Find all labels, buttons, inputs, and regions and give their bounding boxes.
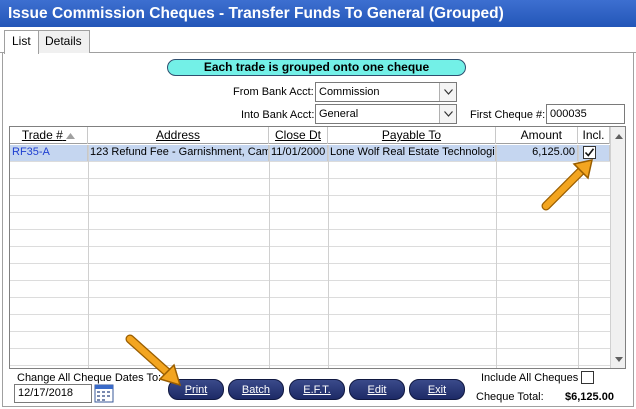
eft-button[interactable]: E.F.T. (289, 379, 345, 400)
from-bank-label: From Bank Acct: (233, 86, 314, 98)
column-divider (496, 145, 497, 368)
change-dates-label: Change All Cheque Dates To: (17, 372, 162, 384)
column-divider (328, 145, 329, 368)
calendar-icon[interactable] (94, 383, 114, 403)
incl-cell (578, 145, 610, 161)
cheque-grid: Trade # Address Close Dt Payable To Amou… (9, 126, 626, 369)
chevron-down-icon[interactable] (439, 105, 456, 123)
into-bank-value: General (319, 108, 359, 120)
vertical-scrollbar[interactable] (610, 127, 625, 368)
exit-button[interactable]: Exit (409, 379, 465, 400)
table-row[interactable]: RF35-A 123 Refund Fee - Garnishment, Cam… (10, 145, 610, 162)
chevron-down-icon[interactable] (439, 83, 456, 101)
close-dt-cell: 11/01/2000 (269, 145, 328, 161)
column-divider (88, 145, 89, 368)
include-checkbox[interactable] (583, 146, 596, 159)
scroll-down-icon[interactable] (611, 352, 625, 366)
column-divider (578, 145, 579, 368)
scroll-up-icon[interactable] (611, 129, 625, 143)
cheque-total-label: Cheque Total: (476, 391, 544, 403)
table-row (10, 298, 610, 315)
from-bank-value: Commission (319, 86, 380, 98)
tab-list[interactable]: List (4, 30, 39, 54)
table-row (10, 281, 610, 298)
grouping-banner: Each trade is grouped onto one cheque (167, 59, 466, 76)
trade-cell[interactable]: RF35-A (10, 145, 88, 161)
window-title: Issue Commission Cheques - Transfer Fund… (0, 0, 636, 27)
include-all-checkbox[interactable] (581, 371, 594, 384)
first-cheque-input[interactable]: 000035 (546, 104, 625, 124)
batch-button[interactable]: Batch (228, 379, 284, 400)
table-row (10, 162, 610, 179)
payable-to-cell: Lone Wolf Real Estate Technologie (328, 145, 496, 161)
grid-rows: RF35-A 123 Refund Fee - Garnishment, Cam… (10, 145, 610, 368)
cheque-total-value: $6,125.00 (565, 391, 614, 403)
sort-up-icon (66, 133, 76, 139)
print-button[interactable]: Print (168, 379, 224, 400)
into-bank-label: Into Bank Acct: (241, 109, 315, 121)
cheque-date-input[interactable]: 12/17/2018 (14, 384, 92, 403)
table-row (10, 213, 610, 230)
header-payable-to[interactable]: Payable To (328, 127, 496, 144)
address-cell: 123 Refund Fee - Garnishment, Camt (88, 145, 269, 161)
header-incl: Incl. (578, 127, 610, 144)
header-address[interactable]: Address (88, 127, 269, 144)
header-close-dt[interactable]: Close Dt (269, 127, 328, 144)
table-row (10, 179, 610, 196)
table-row (10, 349, 610, 366)
checkmark-icon (584, 148, 595, 157)
table-row (10, 196, 610, 213)
tab-strip: List Details (0, 27, 636, 54)
table-row (10, 315, 610, 332)
header-amount: Amount (496, 127, 578, 144)
table-row (10, 230, 610, 247)
grid-header: Trade # Address Close Dt Payable To Amou… (10, 127, 610, 144)
first-cheque-label: First Cheque #: (470, 109, 546, 121)
table-row (10, 264, 610, 281)
into-bank-select[interactable]: General (315, 104, 457, 124)
column-divider (269, 145, 270, 368)
table-row (10, 332, 610, 349)
edit-button[interactable]: Edit (349, 379, 405, 400)
tab-details[interactable]: Details (37, 30, 90, 53)
include-all-label: Include All Cheques (481, 372, 579, 384)
from-bank-select[interactable]: Commission (315, 82, 457, 102)
table-row (10, 247, 610, 264)
header-trade[interactable]: Trade # (10, 127, 88, 144)
amount-cell: 6,125.00 (496, 145, 578, 161)
